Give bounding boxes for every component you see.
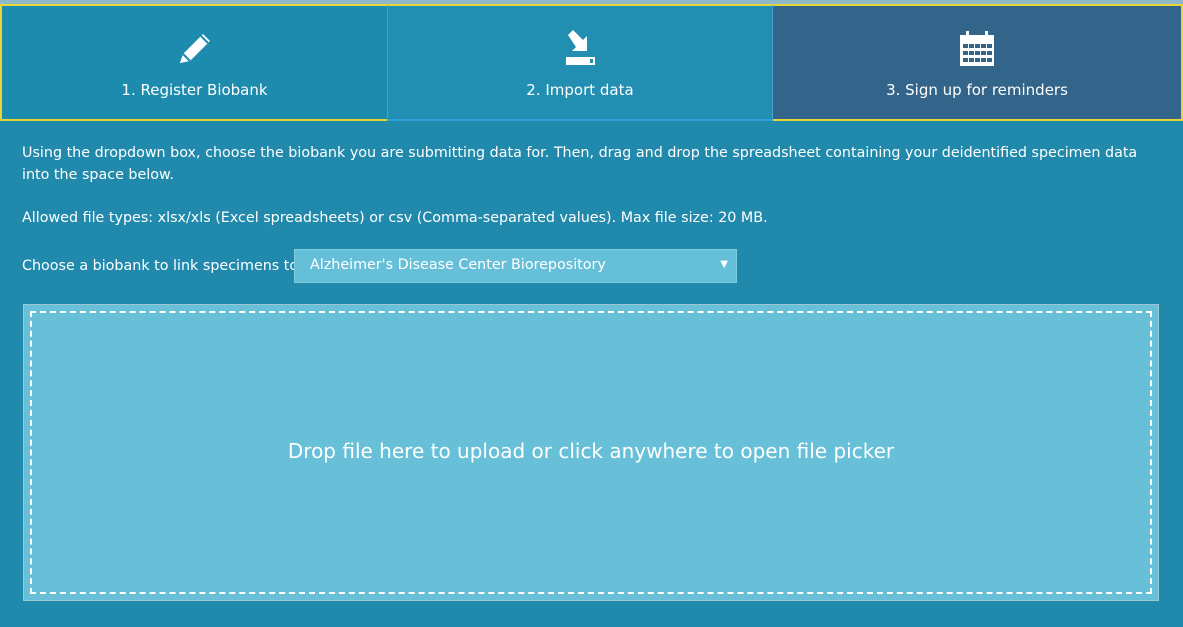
biobank-select-label: Choose a biobank to link specimens to: xyxy=(22,258,303,274)
import-data-page: 1. Register Biobank 2. Import data 3. Si… xyxy=(0,0,1183,627)
biobank-select[interactable]: Alzheimer's Disease Center Biorepository… xyxy=(294,249,737,283)
import-icon xyxy=(388,28,772,68)
step-import-data[interactable]: 2. Import data xyxy=(387,4,773,121)
step-label-import: 2. Import data xyxy=(526,81,634,99)
allowed-file-types: Allowed file types: xlsx/xls (Excel spre… xyxy=(22,210,768,226)
calendar-icon xyxy=(773,28,1181,68)
step-register-biobank[interactable]: 1. Register Biobank xyxy=(0,4,387,121)
instruction-dropdown-drag: Using the dropdown box, choose the bioba… xyxy=(22,145,1138,183)
biobank-select-value: Alzheimer's Disease Center Biorepository xyxy=(310,257,606,273)
step-sign-up-reminders[interactable]: 3. Sign up for reminders xyxy=(773,4,1183,121)
file-dropzone[interactable]: Drop file here to upload or click anywhe… xyxy=(23,304,1159,601)
pencil-icon xyxy=(2,28,387,68)
dropzone-instruction: Drop file here to upload or click anywhe… xyxy=(287,439,895,463)
step-label-register: 1. Register Biobank xyxy=(121,81,268,99)
wizard-steps: 1. Register Biobank 2. Import data 3. Si… xyxy=(0,4,1183,121)
step-label-reminders: 3. Sign up for reminders xyxy=(886,81,1068,99)
bottom-strip xyxy=(0,621,1183,627)
chevron-down-icon: ▼ xyxy=(720,259,728,270)
